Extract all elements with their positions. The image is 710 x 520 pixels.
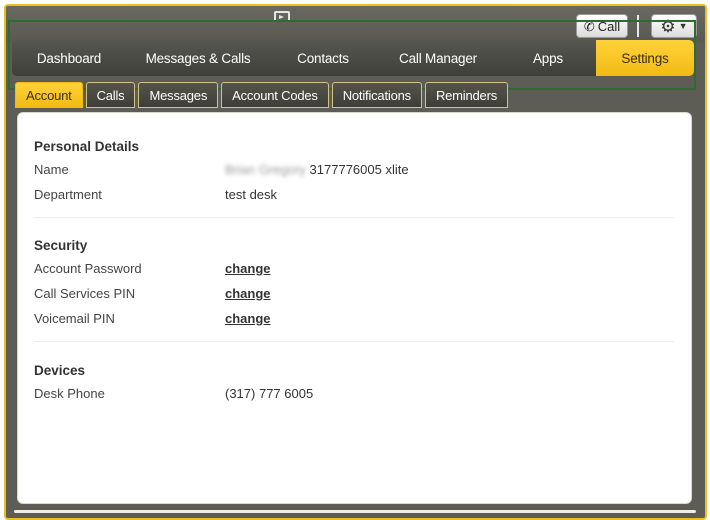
- devices-title: Devices: [34, 363, 86, 378]
- personal-details-section: Personal Details Name Brian Gregory 3177…: [34, 137, 674, 207]
- settings-subtabs: Account Calls Messages Account Codes Not…: [15, 82, 508, 108]
- change-call-services-pin-link[interactable]: change: [225, 281, 271, 306]
- department-row: Department test desk: [34, 182, 674, 207]
- name-extension: 3177776005 xlite: [309, 162, 409, 177]
- subtab-notifications[interactable]: Notifications: [331, 82, 422, 108]
- department-value: test desk: [225, 187, 278, 202]
- desk-phone-value: (317) 777 6005: [225, 386, 314, 401]
- desk-phone-label: Desk Phone: [34, 386, 105, 401]
- call-services-pin-row: Call Services PIN change: [34, 281, 674, 306]
- section-divider: [34, 341, 674, 342]
- name-row: Name Brian Gregory 3177776005 xlite: [34, 157, 674, 182]
- subtab-reminders[interactable]: Reminders: [424, 82, 508, 108]
- nav-highlight-box: [8, 20, 696, 90]
- account-panel: Personal Details Name Brian Gregory 3177…: [17, 112, 692, 504]
- name-label: Name: [34, 162, 69, 177]
- security-section: Security Account Password change Call Se…: [34, 236, 674, 331]
- name-value: Brian Gregory 3177776005 xlite: [225, 157, 409, 182]
- personal-details-title: Personal Details: [34, 139, 140, 154]
- section-divider: [34, 217, 674, 218]
- voicemail-pin-label: Voicemail PIN: [34, 311, 115, 326]
- subtab-account-codes[interactable]: Account Codes: [221, 82, 329, 108]
- subtab-calls[interactable]: Calls: [85, 82, 136, 108]
- subtab-account[interactable]: Account: [15, 82, 83, 108]
- security-title: Security: [34, 238, 88, 253]
- change-voicemail-pin-link[interactable]: change: [225, 306, 271, 331]
- call-services-pin-label: Call Services PIN: [34, 286, 136, 301]
- account-password-row: Account Password change: [34, 256, 674, 281]
- devices-section: Devices Desk Phone (317) 777 6005: [34, 361, 674, 406]
- change-account-password-link[interactable]: change: [225, 256, 271, 281]
- panel-footer-line: [14, 510, 696, 513]
- subtab-messages[interactable]: Messages: [138, 82, 219, 108]
- account-password-label: Account Password: [34, 261, 142, 276]
- department-label: Department: [34, 187, 102, 202]
- blurred-name: Brian Gregory: [225, 162, 306, 177]
- voicemail-pin-row: Voicemail PIN change: [34, 306, 674, 331]
- desk-phone-row: Desk Phone (317) 777 6005: [34, 381, 674, 406]
